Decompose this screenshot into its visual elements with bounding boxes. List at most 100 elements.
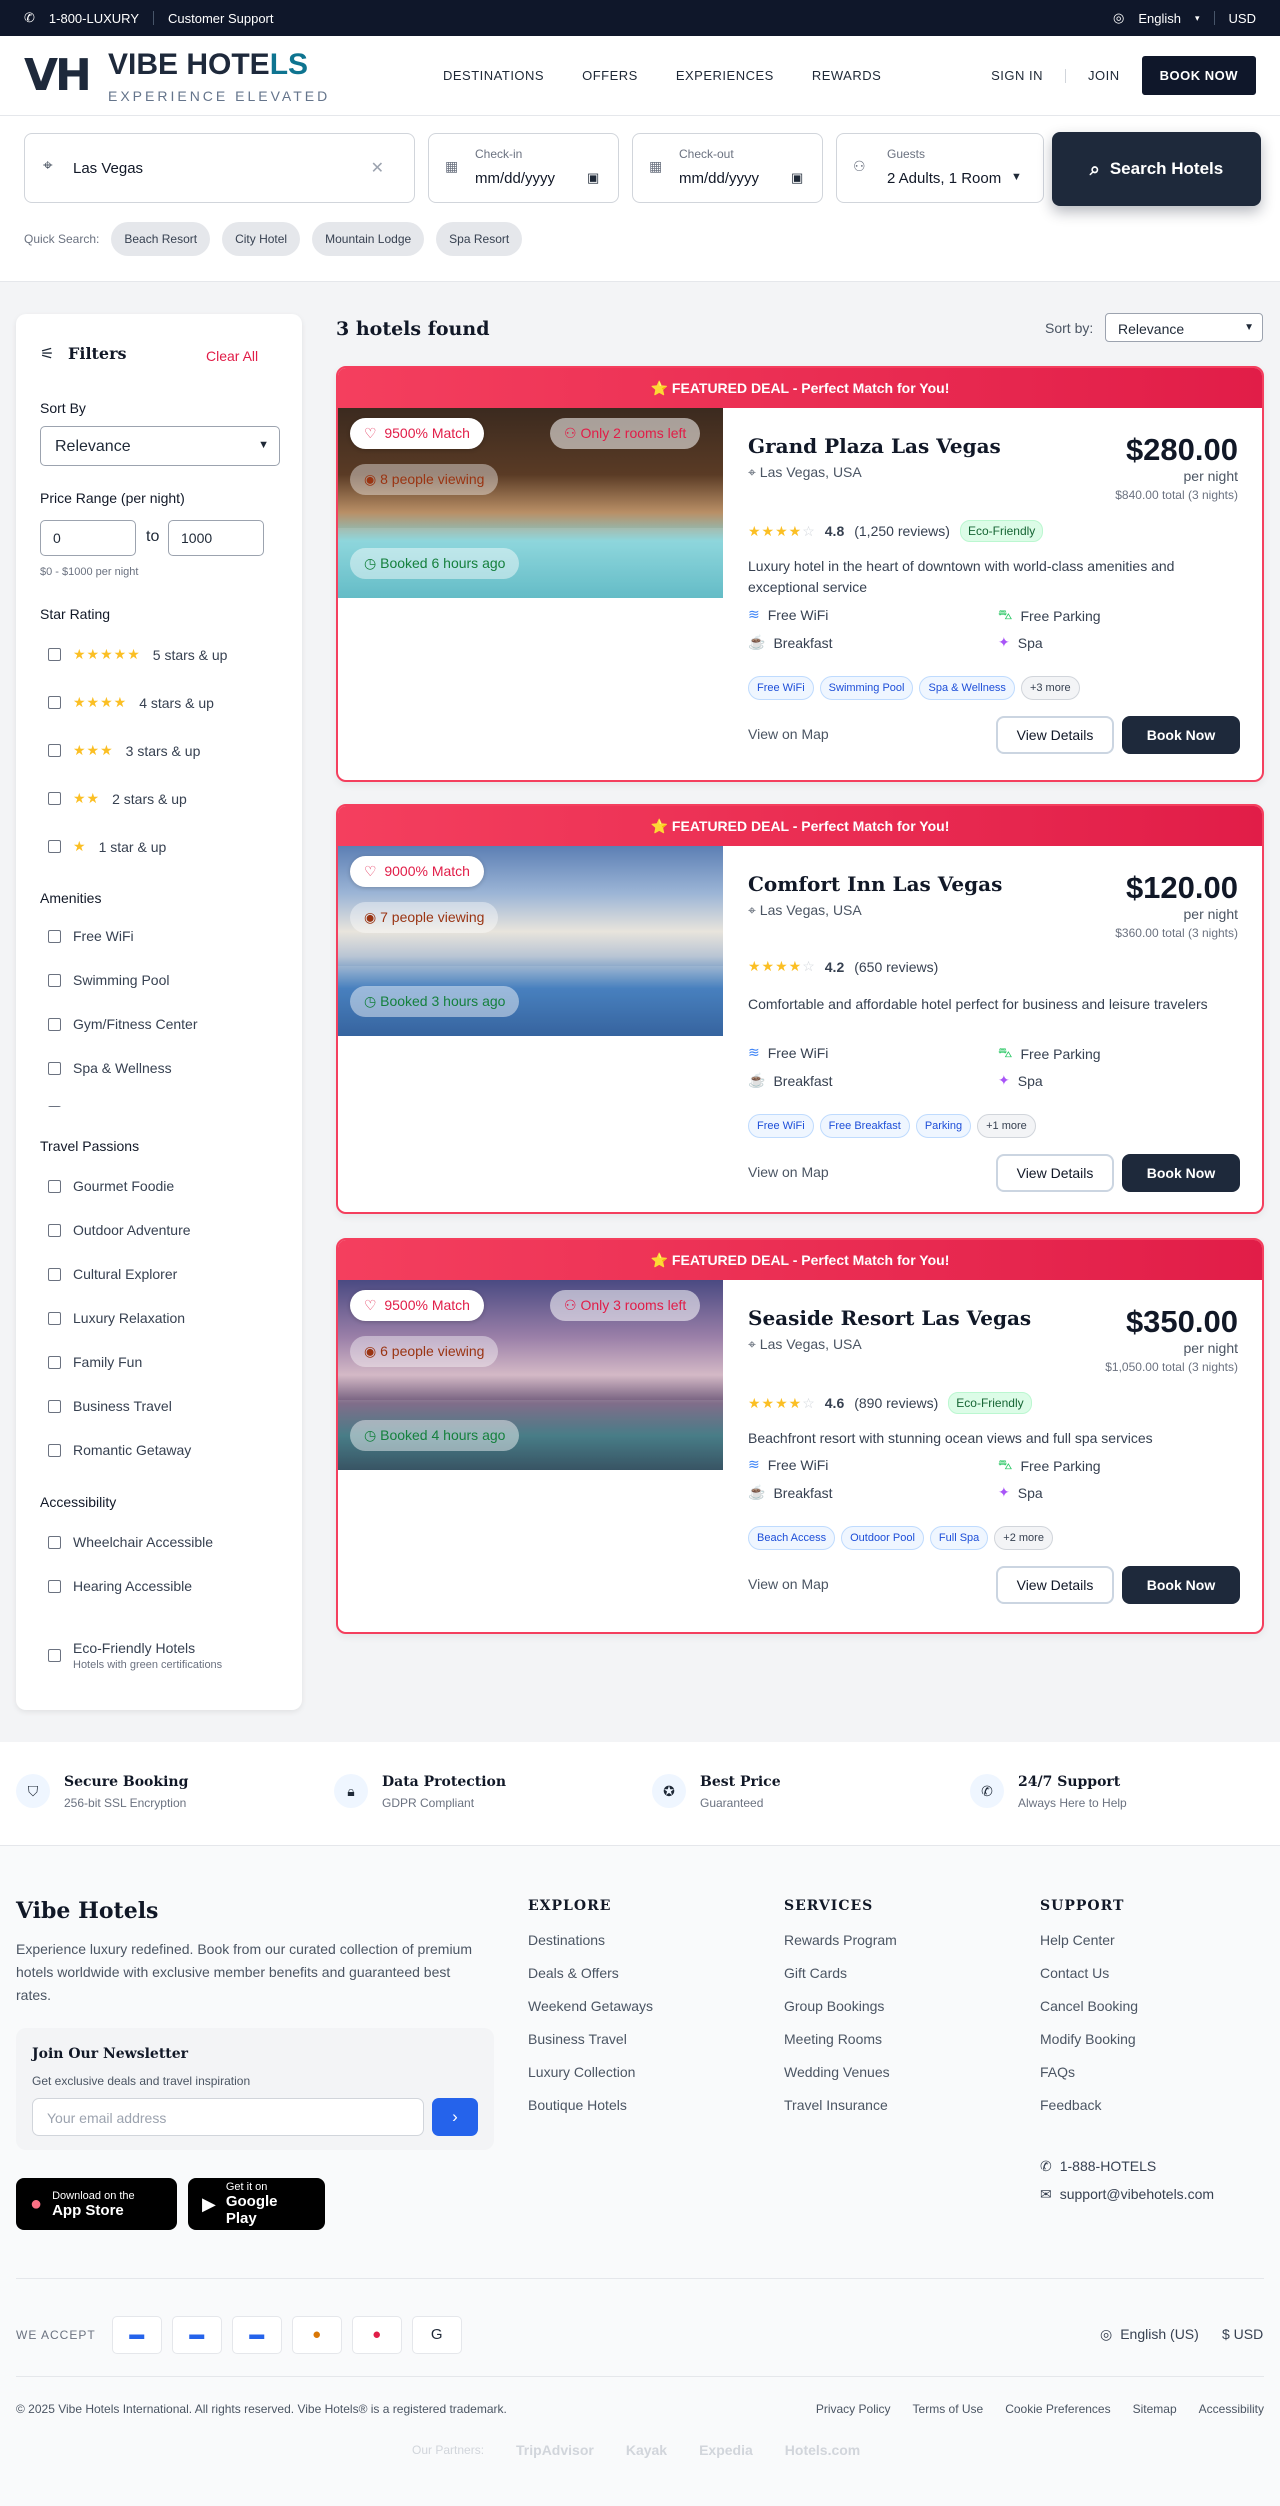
hotel-card[interactable]: ⭐ FEATURED DEAL - Perfect Match for You!… (336, 1238, 1264, 1634)
checkbox[interactable] (48, 1535, 61, 1549)
star-filter-2[interactable]: ★★ 2 stars & up (48, 790, 187, 807)
hotel-card[interactable]: ⭐ FEATURED DEAL - Perfect Match for You!… (336, 804, 1264, 1214)
quick-chip-mountain[interactable]: Mountain Lodge (312, 222, 425, 256)
star-filter-4[interactable]: ★★★★ 4 stars & up (48, 694, 214, 711)
checkbox[interactable] (48, 840, 61, 853)
more-tag[interactable]: +1 more (977, 1114, 1036, 1138)
footer-link[interactable]: Group Bookings (784, 1998, 897, 2014)
sort-by-select[interactable]: Relevance ▼ (40, 426, 280, 466)
results-sort-select[interactable]: Relevance ▼ (1105, 313, 1263, 342)
view-details-button[interactable]: View Details (996, 1566, 1114, 1604)
checkbox[interactable] (48, 1355, 61, 1369)
footer-phone[interactable]: ✆ 1-888-HOTELS (1040, 2158, 1156, 2175)
checkbox[interactable] (48, 1061, 61, 1075)
legal-link[interactable]: Privacy Policy (816, 2402, 891, 2416)
calendar-icon[interactable]: ▣ (791, 170, 803, 186)
checkbox[interactable] (48, 792, 61, 805)
hotel-image[interactable]: ♡ 9500% Match ⚇ Only 2 rooms left ◉ 8 pe… (338, 408, 723, 598)
quick-chip-beach[interactable]: Beach Resort (111, 222, 211, 256)
view-on-map-link[interactable]: View on Map (748, 1576, 829, 1592)
nav-experiences[interactable]: EXPERIENCES (676, 68, 774, 83)
checkbox[interactable] (48, 1267, 61, 1281)
hotel-image[interactable]: ♡ 9500% Match ⚇ Only 3 rooms left ◉ 6 pe… (338, 1280, 723, 1470)
passion-romantic[interactable]: Romantic Getaway (48, 1442, 191, 1458)
clear-icon[interactable]: ✕ (371, 158, 384, 178)
google-play-button[interactable]: ▶ Get it on Google Play (188, 2178, 325, 2230)
join-link[interactable]: JOIN (1088, 68, 1120, 83)
checkbox[interactable] (48, 648, 61, 661)
footer-link[interactable]: Boutique Hotels (528, 2097, 653, 2113)
calendar-icon[interactable]: ▣ (587, 170, 599, 186)
eco-friendly-filter[interactable]: Eco-Friendly Hotels Hotels with green cer… (48, 1640, 222, 1671)
passion-business[interactable]: Business Travel (48, 1398, 172, 1414)
legal-link[interactable]: Terms of Use (913, 2402, 984, 2416)
checkbox[interactable] (48, 929, 61, 943)
footer-link[interactable]: FAQs (1040, 2064, 1138, 2080)
checkbox[interactable] (48, 1311, 61, 1325)
checkbox[interactable] (48, 1017, 61, 1031)
footer-link[interactable]: Modify Booking (1040, 2031, 1138, 2047)
check-in-field[interactable]: ▦ Check-in mm/dd/yyyy ▣ (428, 133, 619, 203)
logo-mark[interactable]: VH (24, 50, 92, 101)
footer-link[interactable]: Gift Cards (784, 1965, 897, 1981)
customer-support-link[interactable]: Customer Support (168, 11, 274, 26)
book-now-header-button[interactable]: BOOK NOW (1141, 56, 1256, 95)
footer-link[interactable]: Feedback (1040, 2097, 1138, 2113)
more-tag[interactable]: +2 more (994, 1526, 1053, 1550)
search-hotels-button[interactable]: ⌕ Search Hotels (1052, 132, 1261, 206)
price-max-input[interactable]: 1000 (168, 520, 264, 556)
legal-link[interactable]: Cookie Preferences (1005, 2402, 1110, 2416)
passion-foodie[interactable]: Gourmet Foodie (48, 1178, 174, 1194)
amenity-restaurant[interactable]: Restaurant (48, 1104, 141, 1107)
hotel-name[interactable]: Seaside Resort Las Vegas (748, 1306, 1031, 1330)
amenity-gym[interactable]: Gym/Fitness Center (48, 1016, 197, 1032)
checkbox[interactable] (48, 1649, 61, 1662)
passion-family[interactable]: Family Fun (48, 1354, 142, 1370)
nav-offers[interactable]: OFFERS (582, 68, 638, 83)
amenity-spa[interactable]: Spa & Wellness (48, 1060, 172, 1076)
footer-language[interactable]: ◎ English (US) (1100, 2326, 1199, 2343)
checkbox[interactable] (48, 696, 61, 709)
footer-link[interactable]: Travel Insurance (784, 2097, 897, 2113)
hotel-image[interactable]: ♡ 9000% Match ◉ 7 people viewing ◷ Booke… (338, 846, 723, 1036)
amenity-pool[interactable]: Swimming Pool (48, 972, 169, 988)
footer-link[interactable]: Business Travel (528, 2031, 653, 2047)
star-filter-1[interactable]: ★ 1 star & up (48, 838, 166, 855)
hotel-name[interactable]: Grand Plaza Las Vegas (748, 434, 1001, 458)
checkbox[interactable] (48, 1399, 61, 1413)
checkbox[interactable] (48, 1223, 61, 1237)
sign-in-link[interactable]: SIGN IN (991, 68, 1043, 83)
newsletter-submit-button[interactable]: › (432, 2098, 478, 2136)
book-now-button[interactable]: Book Now (1122, 716, 1240, 754)
currency-select[interactable]: USD (1229, 11, 1256, 26)
footer-link[interactable]: Help Center (1040, 1932, 1138, 1948)
footer-email[interactable]: ✉ support@vibehotels.com (1040, 2186, 1214, 2203)
nav-rewards[interactable]: REWARDS (812, 68, 881, 83)
language-select[interactable]: English (1138, 11, 1181, 26)
footer-link[interactable]: Rewards Program (784, 1932, 897, 1948)
checkbox[interactable] (48, 1443, 61, 1457)
view-on-map-link[interactable]: View on Map (748, 726, 829, 742)
price-min-input[interactable]: 0 (40, 520, 136, 556)
star-filter-3[interactable]: ★★★ 3 stars & up (48, 742, 200, 759)
hotel-name[interactable]: Comfort Inn Las Vegas (748, 872, 1002, 896)
footer-link[interactable]: Deals & Offers (528, 1965, 653, 1981)
clear-all-button[interactable]: Clear All (206, 348, 258, 364)
brand-name[interactable]: VIBE HOTELS (108, 48, 308, 82)
checkbox[interactable] (48, 1179, 61, 1193)
quick-chip-spa[interactable]: Spa Resort (436, 222, 523, 256)
footer-link[interactable]: Wedding Venues (784, 2064, 897, 2080)
checkbox[interactable] (48, 973, 61, 987)
check-out-field[interactable]: ▦ Check-out mm/dd/yyyy ▣ (632, 133, 823, 203)
amenity-wifi[interactable]: Free WiFi (48, 928, 134, 944)
location-input[interactable]: ⌖ Las Vegas ✕ (24, 133, 415, 203)
view-details-button[interactable]: View Details (996, 716, 1114, 754)
view-details-button[interactable]: View Details (996, 1154, 1114, 1192)
access-wheelchair[interactable]: Wheelchair Accessible (48, 1534, 213, 1550)
hotel-card[interactable]: ⭐ FEATURED DEAL - Perfect Match for You!… (336, 366, 1264, 782)
footer-link[interactable]: Meeting Rooms (784, 2031, 897, 2047)
book-now-button[interactable]: Book Now (1122, 1154, 1240, 1192)
more-tag[interactable]: +3 more (1020, 676, 1080, 700)
footer-link[interactable]: Luxury Collection (528, 2064, 653, 2080)
footer-currency[interactable]: $ USD (1222, 2326, 1263, 2342)
